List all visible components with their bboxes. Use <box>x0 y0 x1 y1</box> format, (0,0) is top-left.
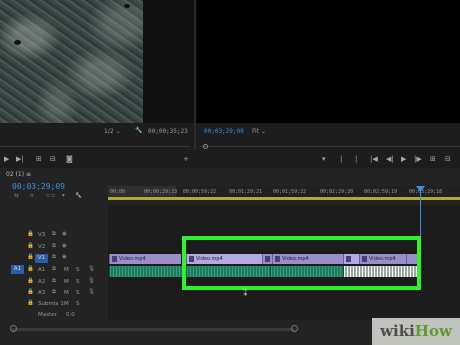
surfer-figure <box>14 40 21 45</box>
ruler-tick: 00;02;59;19 <box>364 189 398 195</box>
extract-icon[interactable]: ⊟ <box>445 155 451 163</box>
track-header-v2: 🔒 V2 ⧉ ◉ <box>0 243 108 254</box>
program-scrub-handle[interactable] <box>203 144 208 149</box>
source-monitor-letterbox <box>143 0 195 123</box>
microphone-icon[interactable]: 🎙 <box>88 278 95 284</box>
track-label: Master <box>38 312 57 318</box>
drag-cursor-icon: ⁑ <box>243 289 248 299</box>
go-to-in-icon[interactable]: |◀ <box>370 155 378 163</box>
video-clip[interactable]: Video.mp4 <box>109 254 181 264</box>
camera-icon[interactable]: ◙ <box>66 155 73 163</box>
solo-button[interactable]: S <box>76 290 80 296</box>
mute-button[interactable]: M <box>64 290 69 296</box>
scale-select[interactable]: 1/2 ⌄ <box>104 128 121 135</box>
sync-lock-icon[interactable]: ⧉ <box>52 289 56 296</box>
ruler-tick: 00;03;29;18 <box>409 189 443 195</box>
nest-icon[interactable]: ⇆ <box>14 193 19 199</box>
track-header-a2: 🔒 A2 ⧉ M S 🎙 <box>0 278 108 289</box>
track-header-v1: 🔒 V1 ⧉ ◉ <box>0 254 108 265</box>
ruler-tick: 00;01;29;21 <box>229 189 263 195</box>
panel-divider[interactable] <box>194 0 196 150</box>
snap-icon[interactable]: ∩ <box>30 193 34 199</box>
track-label: Submix 1 <box>38 301 64 307</box>
a1-source-toggle[interactable]: A1 <box>11 265 24 274</box>
lift-icon[interactable]: ⊞ <box>430 155 436 163</box>
eye-icon[interactable]: ◉ <box>62 254 67 260</box>
lock-icon[interactable]: 🔒 <box>27 266 34 272</box>
program-monitor-video <box>195 0 460 123</box>
mark-out-icon[interactable]: | <box>355 155 357 163</box>
source-monitor-video <box>0 0 143 123</box>
program-timecode[interactable]: 00;03;29;09 <box>204 128 244 135</box>
track-header-a3: 🔒 A3 ⧉ M S 🎙 <box>0 289 108 300</box>
linked-selection-icon[interactable]: ⊂⊃ <box>46 193 55 199</box>
track-label: A3 <box>38 290 46 296</box>
add-marker-icon[interactable]: ▾ <box>62 193 65 199</box>
ruler-tick: 00;02;29;20 <box>320 189 354 195</box>
scrollbar-handle-right[interactable] <box>291 325 298 332</box>
step-forward-program-icon[interactable]: |▶ <box>414 155 422 163</box>
overwrite-icon[interactable]: ⊟ <box>50 155 56 163</box>
step-forward-icon[interactable]: ▶| <box>16 155 24 163</box>
sync-lock-icon[interactable]: ⧉ <box>52 266 56 273</box>
lock-icon[interactable]: 🔒 <box>27 300 34 306</box>
mark-in-icon[interactable]: | <box>340 155 342 163</box>
add-button-icon[interactable]: + <box>183 155 189 163</box>
mute-button[interactable]: M <box>64 301 69 307</box>
ruler-tick: 00;01;59;22 <box>273 189 307 195</box>
ruler-tick: 00;00;59;22 <box>183 189 217 195</box>
v1-source-toggle[interactable]: V1 <box>35 254 48 263</box>
marker-icon[interactable]: ▾ <box>322 155 326 163</box>
track-label: A1 <box>38 267 46 273</box>
lock-icon[interactable]: 🔒 <box>27 254 34 260</box>
eye-icon[interactable]: ◉ <box>62 243 67 249</box>
play-program-icon[interactable]: ▶ <box>401 155 406 163</box>
sequence-timecode[interactable]: 00;03;29;09 <box>12 182 65 191</box>
microphone-icon[interactable]: 🎙 <box>88 289 95 295</box>
step-back-icon[interactable]: ◀| <box>386 155 394 163</box>
lock-icon[interactable]: 🔒 <box>27 278 34 284</box>
sync-lock-icon[interactable]: ⧉ <box>52 254 56 261</box>
highlight-annotation <box>182 236 421 290</box>
playhead-line[interactable] <box>420 186 421 236</box>
lock-icon[interactable]: 🔒 <box>27 231 34 237</box>
settings-wrench-icon[interactable]: 🔧 <box>75 193 82 199</box>
play-icon[interactable]: ▶ <box>4 155 9 163</box>
lock-icon[interactable]: 🔒 <box>27 289 34 295</box>
scrollbar-handle-left[interactable] <box>10 325 17 332</box>
audio-clip[interactable] <box>109 266 186 277</box>
source-scrub-bar[interactable] <box>0 146 190 147</box>
sync-lock-icon[interactable]: ⧉ <box>52 231 56 238</box>
microphone-icon[interactable]: 🎙 <box>88 266 95 272</box>
lock-icon[interactable]: 🔒 <box>27 243 34 249</box>
eye-icon[interactable]: ◉ <box>62 231 67 237</box>
work-area-bar[interactable] <box>108 197 460 200</box>
sequence-tab[interactable]: 02 (1) ≡ <box>6 171 31 178</box>
track-label: V2 <box>38 244 46 250</box>
track-header-v3: 🔒 V3 ⧉ ◉ <box>0 231 108 242</box>
fit-select[interactable]: Fit ⌄ <box>252 128 266 135</box>
wikihow-logo: wikiHow <box>372 318 460 345</box>
program-scrub-bar[interactable] <box>200 146 460 147</box>
track-label: V3 <box>38 232 46 238</box>
surfer-figure <box>124 4 130 8</box>
track-header-a1: A1 🔒 A1 ⧉ M S 🎙 <box>0 265 108 277</box>
track-header-submix: 🔒 Submix 1 M S <box>0 300 108 311</box>
mute-button[interactable]: M <box>64 267 69 273</box>
mute-button[interactable]: M <box>64 279 69 285</box>
track-header-master: Master 0.0 <box>0 311 108 322</box>
master-volume-value[interactable]: 0.0 <box>66 312 75 318</box>
sync-lock-icon[interactable]: ⧉ <box>52 278 56 285</box>
source-timecode: 00;00;35;23 <box>148 128 188 135</box>
track-label: A2 <box>38 279 46 285</box>
timeline-scrollbar[interactable] <box>12 328 295 331</box>
solo-button[interactable]: S <box>76 279 80 285</box>
solo-button[interactable]: S <box>76 267 80 273</box>
ruler-tick: 00;00 <box>110 189 126 195</box>
sync-lock-icon[interactable]: ⧉ <box>52 243 56 250</box>
ruler-tick: 00;00;29;23 <box>144 189 178 195</box>
wrench-icon[interactable]: 🔧 <box>135 127 142 134</box>
solo-button[interactable]: S <box>76 301 80 307</box>
insert-icon[interactable]: ⊞ <box>36 155 42 163</box>
